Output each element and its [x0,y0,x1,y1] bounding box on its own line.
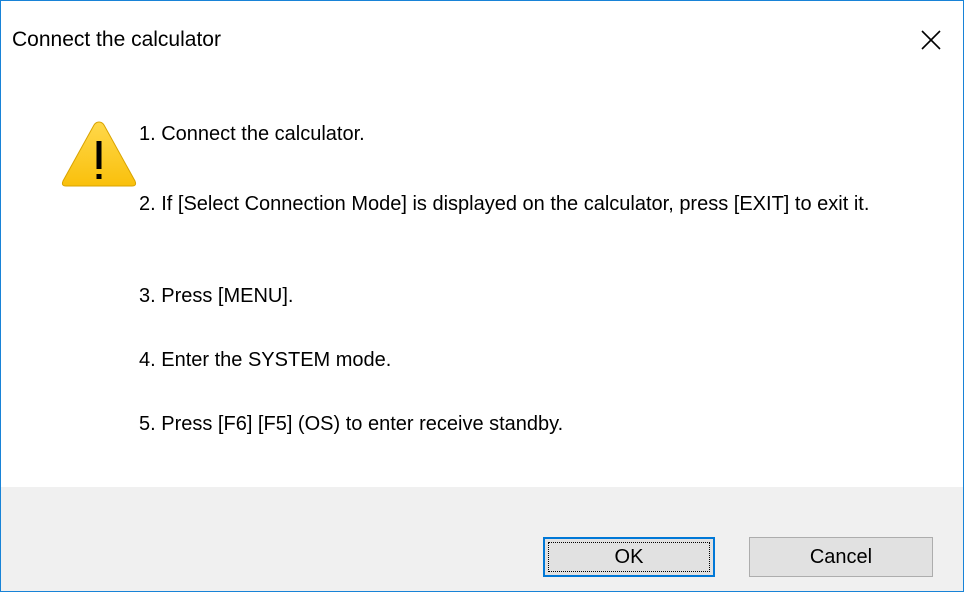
ok-button[interactable]: OK [543,537,715,577]
instruction-step-5: 5. Press [F6] [F5] (OS) to enter receive… [139,413,564,435]
close-icon [921,30,941,50]
ok-button-label: OK [614,545,644,568]
instruction-step-2: 2. If [Select Connection Mode] is displa… [139,193,870,215]
button-bar: OK Cancel [1,487,963,591]
dialog-content: 1. Connect the calculator. 2. If [Select… [1,79,963,487]
window-title: Connect the calculator [12,28,221,51]
close-button[interactable] [899,1,963,79]
instruction-step-3: 3. Press [MENU]. [139,285,294,307]
cancel-button-label: Cancel [809,545,873,568]
instruction-step-4: 4. Enter the SYSTEM mode. [139,349,392,371]
warning-icon [60,119,138,189]
cancel-button[interactable]: Cancel [749,537,933,577]
dialog-window: Connect the calculator 1. Connect the ca… [0,0,964,592]
instruction-step-1: 1. Connect the calculator. [139,123,365,145]
title-bar: Connect the calculator [1,1,963,79]
